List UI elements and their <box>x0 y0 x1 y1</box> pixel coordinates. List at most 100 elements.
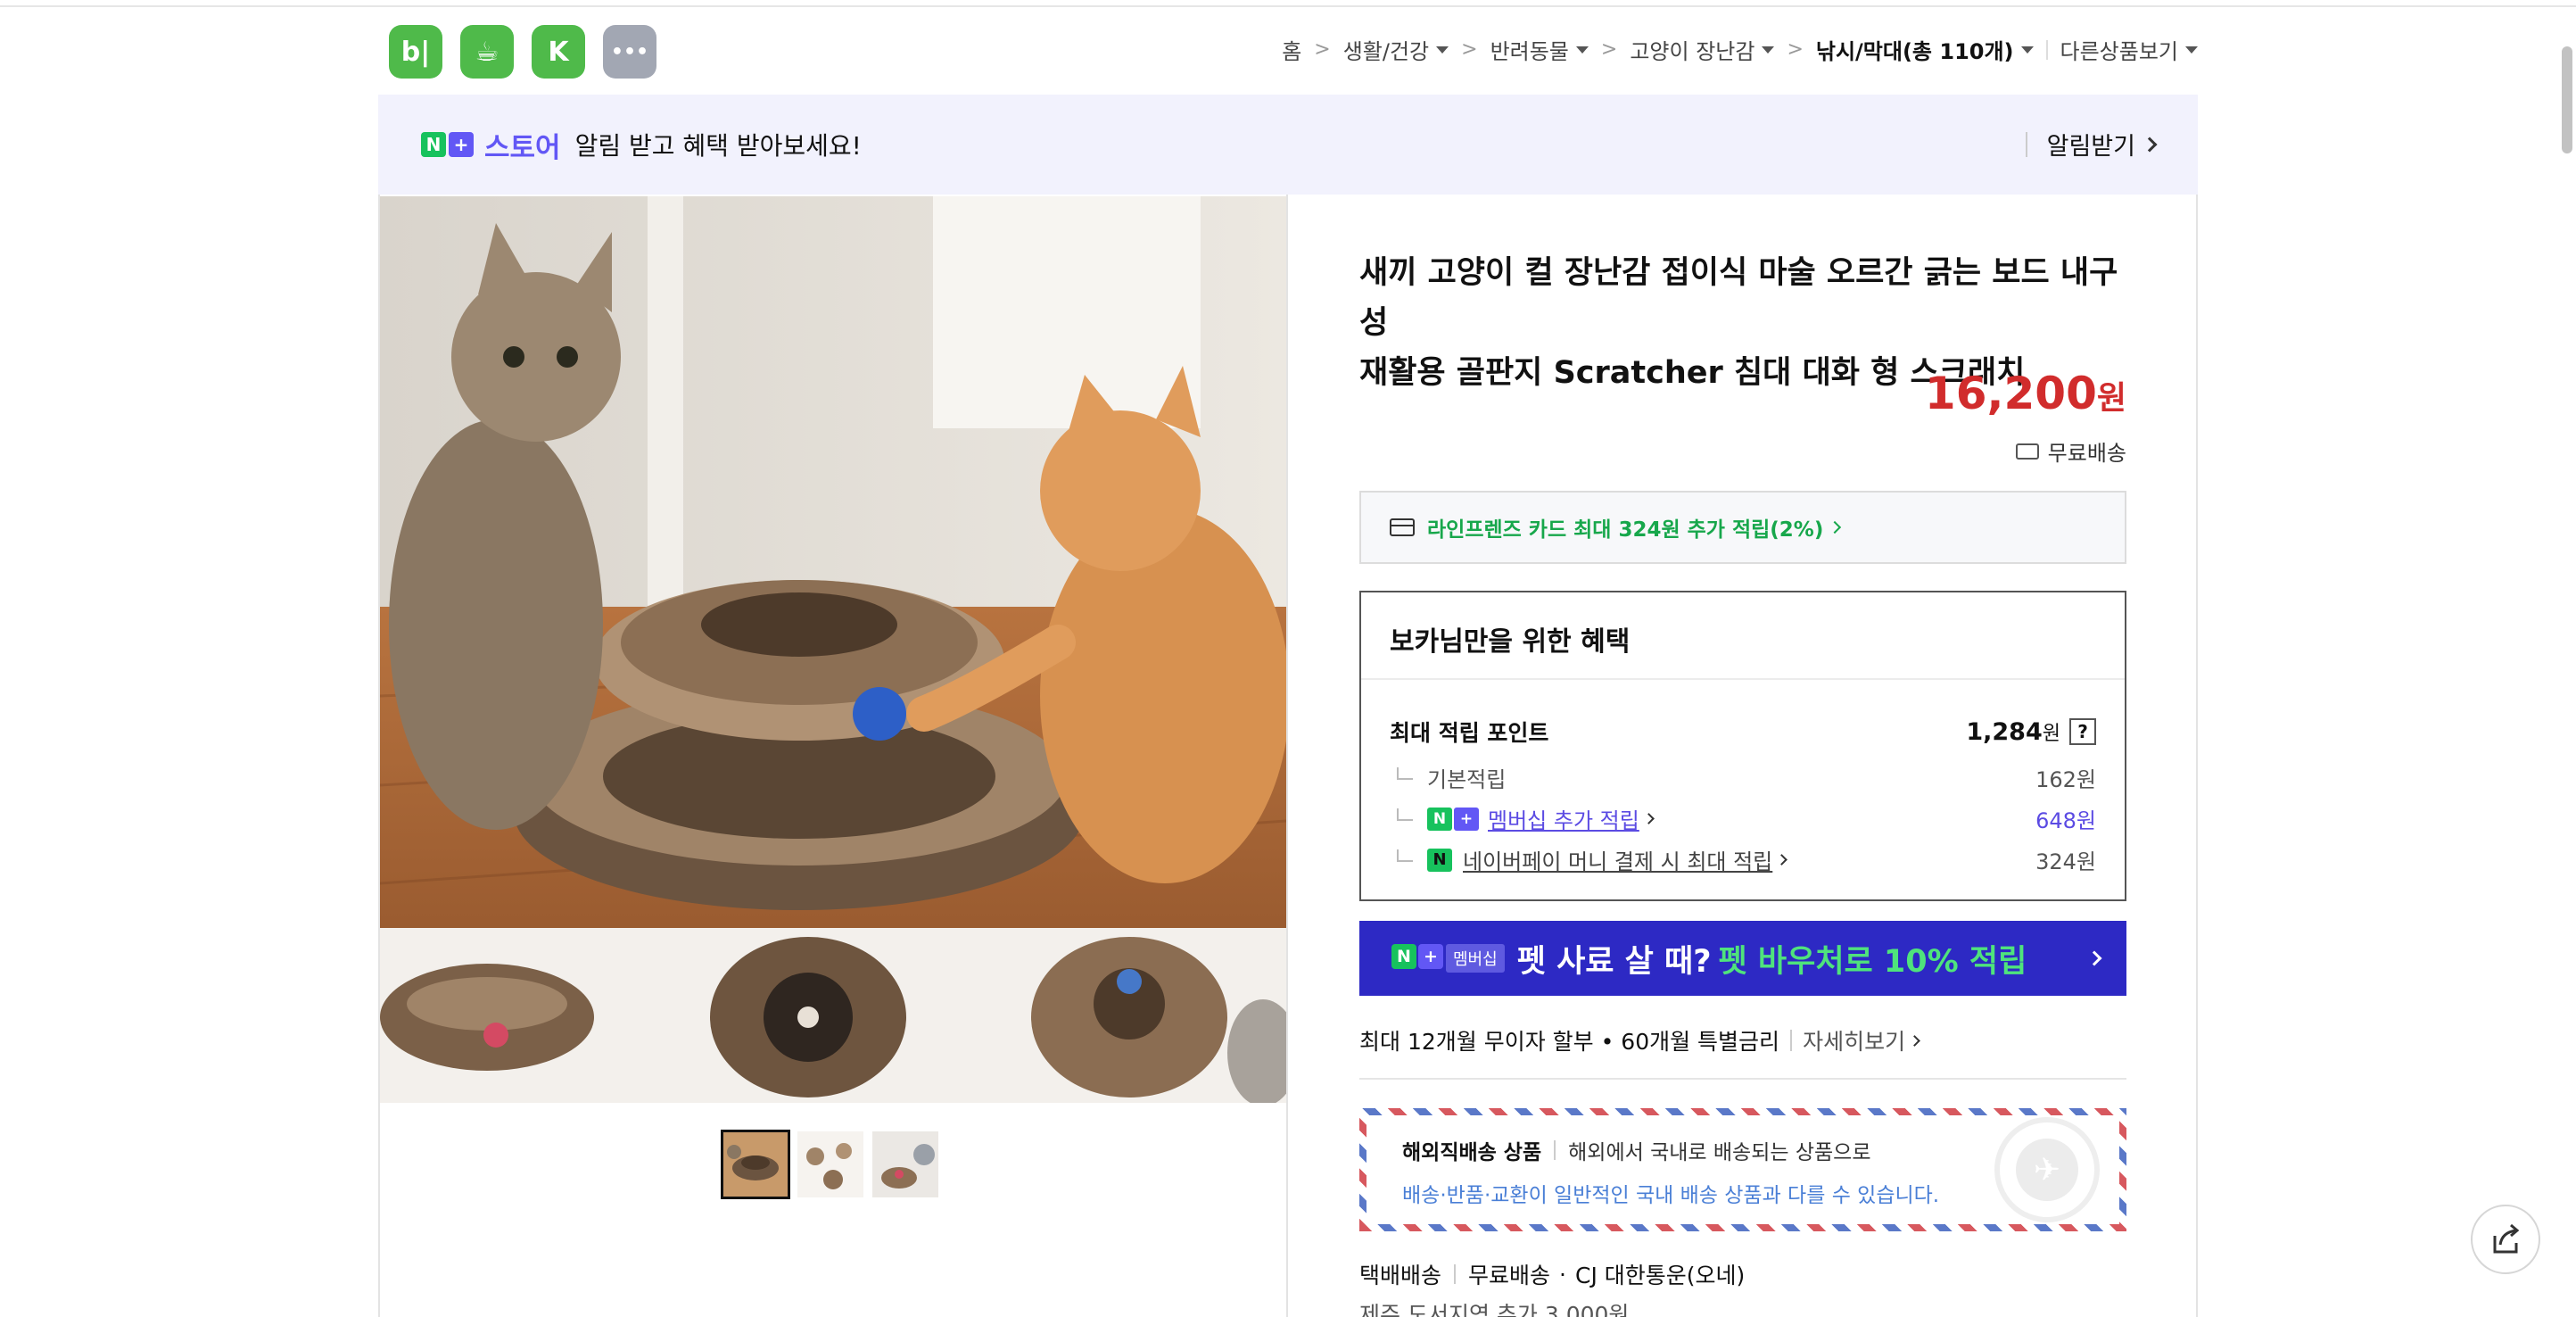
blog-icon[interactable]: b| <box>389 25 442 79</box>
thumbnail-3[interactable] <box>871 1130 940 1199</box>
more-glyph: ••• <box>610 40 649 63</box>
thumbnail-2[interactable] <box>796 1130 865 1199</box>
branch-icon <box>1397 849 1413 862</box>
divider <box>2025 131 2027 157</box>
shipping-label: 무료배송 <box>2047 441 2126 466</box>
breadcrumb-divider <box>2045 39 2048 60</box>
truck-icon <box>2015 443 2039 460</box>
thumbnail-strip <box>721 1130 940 1199</box>
breadcrumb-separator: > <box>1314 38 1331 61</box>
app-shortcuts: b| ☕ K ••• <box>389 25 656 79</box>
product-main-image[interactable] <box>380 196 1286 1103</box>
membership-headline: 펫 사료 살 때? <box>1516 943 1712 980</box>
cafe-icon[interactable]: ☕ <box>460 25 514 79</box>
chevron-down-icon <box>1575 46 1589 54</box>
share-button[interactable] <box>2471 1205 2540 1274</box>
breadcrumb-label: 고양이 장난감 <box>1630 39 1755 64</box>
delivery-info: 택배배송 무료배송 · CJ 대한통운(오네) <box>1359 1258 1745 1290</box>
benefit-title: 보카님만을 위한 혜택 <box>1390 626 1631 658</box>
card-benefit-text: 라인프렌즈 카드 최대 324원 추가 적립(2%) <box>1427 518 1824 542</box>
share-icon <box>2493 1223 2520 1254</box>
naver-plus-icon: N + <box>1427 807 1479 831</box>
product-price: 16,200원 <box>1925 368 2126 419</box>
membership-points-amount: 648원 <box>2035 808 2096 833</box>
breadcrumb-separator: > <box>1787 38 1804 61</box>
other-products-dropdown[interactable]: 다른상품보기 <box>2060 34 2198 65</box>
chevron-right-icon <box>1776 854 1788 866</box>
bookmark-icon[interactable]: K <box>532 25 585 79</box>
thumbnail-image <box>872 1131 938 1197</box>
breadcrumb-living-health[interactable]: 생활/건강 <box>1343 34 1449 65</box>
price-currency: 원 <box>2096 380 2126 417</box>
breadcrumb-home[interactable]: 홈 <box>1282 34 1301 65</box>
breadcrumb-home-label: 홈 <box>1282 39 1302 64</box>
membership-banner[interactable]: N + 멤버십 펫 사료 살 때? 펫 바우처로 10% 적립 <box>1359 921 2126 996</box>
max-points-label: 최대 적립 포인트 <box>1390 720 1549 746</box>
thumbnail-image <box>723 1132 788 1197</box>
membership-badge: N + 멤버십 <box>1391 944 1505 973</box>
overseas-shipping-notice: 해외직배송 상품 해외에서 국내로 배송되는 상품으로 배송·반품·교환이 일반… <box>1359 1108 2126 1231</box>
dot-separator: · <box>1559 1261 1566 1288</box>
delivery-fee: 무료배송 <box>1468 1263 1551 1288</box>
plus-logo-icon: + <box>1454 807 1479 831</box>
naverpay-points-amount: 324원 <box>2035 849 2096 874</box>
airplane-stamp-icon: ✈ <box>1994 1117 2100 1222</box>
chevron-right-icon <box>2086 950 2102 966</box>
overseas-warning: 배송·반품·교환이 일반적인 국내 배송 상품과 다를 수 있습니다. <box>1402 1184 1940 1207</box>
benefit-box: 보카님만을 위한 혜택 최대 적립 포인트 1,284원 ? 기본적립 162원… <box>1359 591 2126 901</box>
vertical-scrollbar[interactable] <box>2562 46 2572 153</box>
airplane-icon: ✈ <box>2016 1139 2078 1201</box>
store-wordmark: 스토어 <box>484 131 561 164</box>
delivery-method: 택배배송 <box>1359 1263 1442 1288</box>
chevron-right-icon <box>1642 813 1655 824</box>
other-products-label: 다른상품보기 <box>2060 39 2178 64</box>
divider <box>1359 1078 2126 1080</box>
membership-points-row: N + 멤버십 추가 적립 648원 <box>1390 803 2096 834</box>
divider <box>1554 1140 1556 1160</box>
breadcrumb-fishing-rod[interactable]: 낚시/막대(총 110개) <box>1816 34 2034 65</box>
more-apps-icon[interactable]: ••• <box>603 25 656 79</box>
store-notice-bar: N + 스토어 알림 받고 혜택 받아보세요! 알림받기 <box>378 95 2198 195</box>
naverpay-points-row: N 네이버페이 머니 결제 시 최대 적립 324원 <box>1390 844 2096 875</box>
notice-message: 알림 받고 혜택 받아보세요! <box>574 131 862 161</box>
installment-info: 최대 12개월 무이자 할부 • 60개월 특별금리 자세히보기 <box>1359 1024 2126 1056</box>
breadcrumb-cat-toys[interactable]: 고양이 장난감 <box>1630 34 1775 65</box>
plus-logo-icon: + <box>1418 944 1443 969</box>
chevron-down-icon <box>2185 46 2198 54</box>
breadcrumb-pets[interactable]: 반려동물 <box>1490 34 1589 65</box>
branch-icon <box>1397 808 1413 821</box>
membership-points-link[interactable]: 멤버십 추가 적립 <box>1488 803 1639 834</box>
plus-logo-icon: + <box>449 132 474 157</box>
base-points-amount: 162원 <box>2035 767 2096 792</box>
chevron-right-icon <box>2142 137 2158 152</box>
breadcrumb-separator: > <box>1461 38 1478 61</box>
subscribe-alert-label: 알림받기 <box>2046 133 2135 161</box>
max-points-amount: 1,284원 <box>1966 717 2060 746</box>
naverpay-points-link[interactable]: 네이버페이 머니 결제 시 최대 적립 <box>1463 844 1772 875</box>
branch-icon <box>1397 766 1413 780</box>
help-icon[interactable]: ? <box>2069 718 2096 745</box>
membership-label: 멤버십 <box>1446 944 1505 973</box>
breadcrumb-label: 생활/건강 <box>1342 39 1430 64</box>
divider <box>1361 678 2125 680</box>
n-logo-icon: N <box>421 132 446 157</box>
installment-more-link[interactable]: 자세히보기 <box>1803 1024 1905 1056</box>
subscribe-alert-button[interactable]: 알림받기 <box>2025 127 2158 162</box>
chevron-right-icon <box>1909 1034 1920 1047</box>
chevron-down-icon <box>1436 46 1449 54</box>
naver-pay-icon: N <box>1427 848 1452 872</box>
delivery-carrier: CJ 대한통운(오네) <box>1574 1263 1746 1288</box>
n-logo-icon: N <box>1427 807 1452 831</box>
won-unit: 원 <box>2042 723 2060 745</box>
price-value: 16,200 <box>1924 368 2097 419</box>
chevron-down-icon <box>1762 46 1775 54</box>
membership-highlight: 펫 바우처로 10% 적립 <box>1718 943 2027 980</box>
base-points-row: 기본적립 162원 <box>1390 762 2096 793</box>
thumbnail-1[interactable] <box>721 1130 790 1199</box>
breadcrumb-separator: > <box>1600 38 1618 61</box>
card-benefit-banner[interactable]: 라인프렌즈 카드 최대 324원 추가 적립(2%) <box>1359 491 2126 564</box>
base-points-label: 기본적립 <box>1427 767 1507 792</box>
naver-plus-logo: N + <box>421 132 474 157</box>
installment-text: 최대 12개월 무이자 할부 • 60개월 특별금리 <box>1359 1029 1780 1055</box>
blog-glyph: b| <box>400 36 431 68</box>
